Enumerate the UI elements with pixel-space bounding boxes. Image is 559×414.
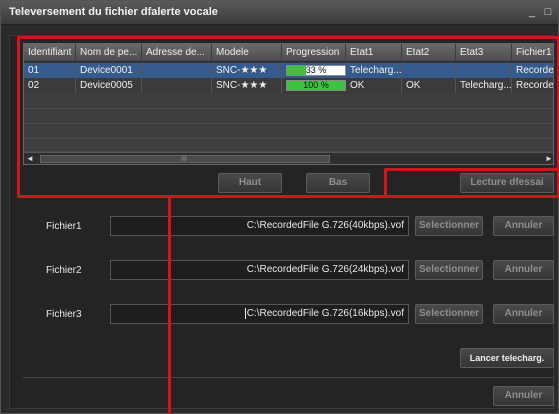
cell-address [142, 63, 212, 78]
table-header: Identifiant Nom de pe... Adresse de... M… [24, 44, 553, 62]
cell-etat1: OK [346, 78, 402, 93]
upload-dialog: Televersement du fichier dfalerte vocale… [0, 0, 559, 414]
progress-bar: 100 % [286, 80, 346, 91]
empty-row [24, 139, 553, 152]
file2-path-field[interactable]: C:\RecordedFile G.726(24kbps).vof [110, 260, 409, 280]
column-header-address[interactable]: Adresse de... [142, 44, 212, 62]
text-caret [244, 307, 246, 319]
column-header-progress[interactable]: Progression [282, 44, 346, 62]
minimize-icon[interactable]: _ [525, 5, 539, 19]
scroll-thumb[interactable]: III [40, 155, 330, 163]
column-header-etat2[interactable]: Etat2 [402, 44, 456, 62]
cell-model: SNC-★★★ [212, 63, 282, 78]
file2-select-button[interactable]: Selectionner [415, 260, 483, 280]
test-playback-button[interactable]: Lecture dfessai [460, 173, 554, 193]
cell-name: Device0001 [76, 63, 142, 78]
title-bar: Televersement du fichier dfalerte vocale… [1, 1, 558, 25]
column-header-identifiant[interactable]: Identifiant [24, 44, 76, 62]
file2-cancel-button[interactable]: Annuler [493, 260, 554, 280]
cancel-button[interactable]: Annuler [493, 386, 554, 406]
empty-row [24, 124, 553, 139]
column-header-name[interactable]: Nom de pe... [76, 44, 142, 62]
maximize-icon[interactable]: □ [541, 5, 555, 19]
file3-label: Fichier3 [46, 309, 82, 320]
cell-etat3: Telecharg... [456, 78, 512, 93]
divider [23, 377, 554, 378]
file1-label: Fichier1 [46, 221, 82, 232]
progress-label: 100 % [303, 80, 329, 90]
cell-fichier1: Recordec [512, 78, 553, 93]
cell-etat2 [402, 63, 456, 78]
table-row[interactable]: 02 Device0005 SNC-★★★ 100 % OK OK Telech… [24, 78, 553, 93]
start-upload-button[interactable]: Lancer telecharg. [460, 348, 554, 368]
cell-fichier1: Recordec [512, 63, 553, 78]
file3-path-text: C:\RecordedFile G.726(16kbps).vof [246, 308, 404, 319]
cell-model: SNC-★★★ [212, 78, 282, 93]
horizontal-scrollbar[interactable]: ◄ III ► [24, 152, 553, 164]
column-header-etat3[interactable]: Etat3 [456, 44, 512, 62]
cell-etat2: OK [402, 78, 456, 93]
column-header-fichier1[interactable]: Fichier1 [512, 44, 553, 62]
table-row[interactable]: 01 Device0001 SNC-★★★ 33 % Telecharg... … [24, 63, 553, 78]
empty-row [24, 94, 553, 109]
column-header-etat1[interactable]: Etat1 [346, 44, 402, 62]
grip-icon: III [181, 156, 187, 163]
move-down-button[interactable]: Bas [306, 173, 370, 193]
cell-address [142, 78, 212, 93]
window-title: Televersement du fichier dfalerte vocale [9, 6, 218, 18]
file2-label: Fichier2 [46, 265, 82, 276]
cell-etat3 [456, 63, 512, 78]
column-header-model[interactable]: Modele [212, 44, 282, 62]
file3-select-button[interactable]: Selectionner [415, 304, 483, 324]
cell-name: Device0005 [76, 78, 142, 93]
device-table[interactable]: Identifiant Nom de pe... Adresse de... M… [23, 43, 554, 165]
cell-id: 01 [24, 63, 76, 78]
file1-path-field[interactable]: C:\RecordedFile G.726(40kbps).vof [110, 216, 409, 236]
file3-cancel-button[interactable]: Annuler [493, 304, 554, 324]
progress-label: 33 % [305, 65, 327, 75]
file1-cancel-button[interactable]: Annuler [493, 216, 554, 236]
scroll-left-icon[interactable]: ◄ [24, 153, 36, 164]
progress-bar: 33 % [286, 65, 346, 76]
scroll-right-icon[interactable]: ► [543, 153, 553, 164]
file1-select-button[interactable]: Selectionner [415, 216, 483, 236]
cell-id: 02 [24, 78, 76, 93]
empty-row [24, 109, 553, 124]
cell-etat1: Telecharg... [346, 63, 402, 78]
file3-path-field[interactable]: C:\RecordedFile G.726(16kbps).vof [110, 304, 409, 324]
move-up-button[interactable]: Haut [218, 173, 282, 193]
